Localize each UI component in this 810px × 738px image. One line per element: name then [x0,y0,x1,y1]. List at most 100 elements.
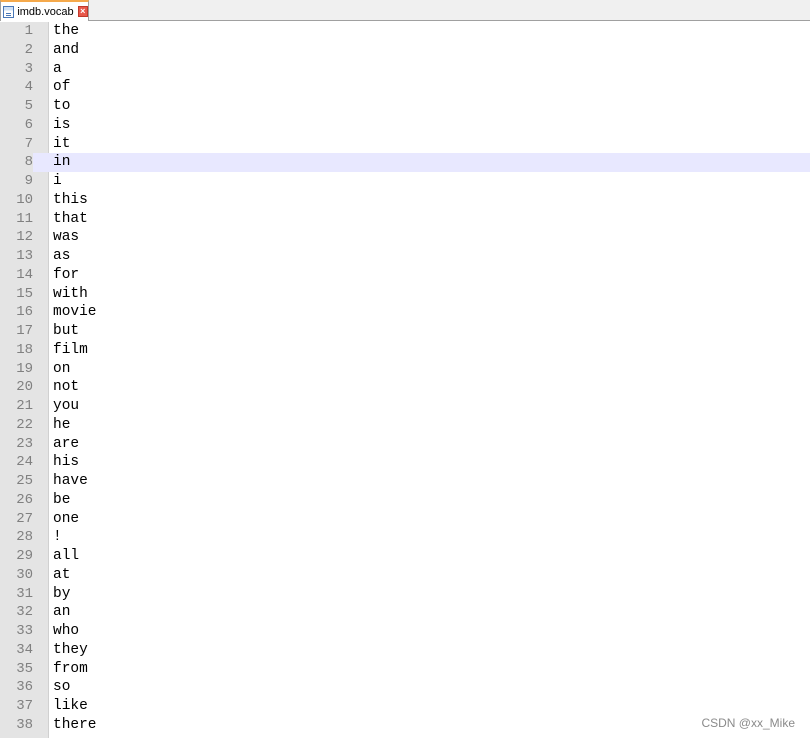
line-number: 37 [16,698,33,714]
editor-line[interactable]: 29 all [0,547,810,566]
line-text: are [53,435,80,452]
line-number: 17 [16,323,33,339]
line-number: 11 [16,210,33,227]
line-text: it [53,135,71,152]
editor-line[interactable]: 25 have [0,472,810,491]
editor-line[interactable]: 33 who [0,622,810,641]
editor-line[interactable]: 9i [0,172,810,191]
editor-line[interactable]: 5 to [0,97,810,116]
line-number: 9 [24,173,33,189]
line-number: 34 [16,641,33,658]
line-text: his [53,454,80,471]
line-text: not [53,379,80,396]
line-text: you [53,398,80,414]
editor-line[interactable]: 20 not [0,378,810,397]
editor-line[interactable]: 18 film [0,341,810,360]
editor-line[interactable]: 6 is [0,116,810,135]
line-number: 21 [16,398,33,414]
editor-line[interactable]: 37 like [0,697,810,716]
line-number: 2 [24,41,33,58]
editor-line[interactable]: 31 by [0,585,810,604]
editor-line[interactable]: 32 an [0,603,810,622]
line-text: so [53,679,71,696]
line-number: 5 [24,98,33,114]
line-text: there [53,716,97,733]
editor-line[interactable]: 11 that [0,210,810,229]
editor-line[interactable]: 19 on [0,360,810,379]
line-number: 19 [16,360,33,377]
line-number: 16 [16,304,33,321]
editor-line[interactable]: 26 be [0,491,810,510]
line-text: an [53,604,71,621]
editor-line[interactable]: 24 his [0,453,810,472]
line-number: 13 [16,248,33,264]
tab-bar: imdb.vocab × [0,0,810,21]
line-text: from [53,660,88,677]
line-number: 35 [16,660,33,677]
line-number: 38 [16,716,33,733]
line-text: a [53,60,62,77]
editor-line[interactable]: 3a [0,60,810,79]
line-number: 29 [16,548,33,564]
line-number: 33 [16,623,33,639]
editor-line[interactable]: 7 it [0,135,810,154]
line-text: this [53,191,88,208]
line-text: all [53,548,80,564]
editor-line[interactable]: 16 movie [0,303,810,322]
editor-line[interactable]: 13 as [0,247,810,266]
editor-line[interactable]: 4 of [0,78,810,97]
line-number: 8 [0,153,33,172]
line-number: 7 [24,135,33,152]
line-number: 30 [16,566,33,583]
editor-line[interactable]: 17 but [0,322,810,341]
editor-line[interactable]: 34 they [0,641,810,660]
line-text: who [53,623,80,639]
editor-line[interactable]: 27 one [0,510,810,529]
editor-line[interactable]: 8 in [0,153,810,172]
watermark: CSDN @xx_Mike [701,716,795,730]
line-number: 4 [24,79,33,96]
line-number: 31 [16,585,33,602]
line-number: 24 [16,454,33,471]
tab-imdb-vocab[interactable]: imdb.vocab × [0,0,89,21]
line-text: one [53,510,80,527]
line-text: by [53,585,71,602]
editor-line[interactable]: 21 you [0,397,810,416]
editor-line[interactable]: 23 are [0,435,810,454]
line-text: with [53,285,88,302]
line-number: 25 [16,473,33,489]
editor-line[interactable]: 28! [0,528,810,547]
editor-line[interactable]: 36 so [0,678,810,697]
editor-line[interactable]: 35 from [0,660,810,679]
line-text: i [53,173,62,189]
editor-line[interactable]: 1 the [0,22,810,41]
line-number: 12 [16,229,33,246]
line-text: was [53,229,80,246]
line-number: 14 [16,266,33,283]
editor-line[interactable]: 30 at [0,566,810,585]
line-number: 26 [16,491,33,508]
line-text: the [53,23,80,39]
line-text: is [53,116,71,133]
editor-line[interactable]: 15 with [0,285,810,304]
editor-line[interactable]: 10 this [0,191,810,210]
line-text: and [53,41,80,58]
line-number: 18 [16,341,33,358]
line-text: that [53,210,88,227]
editor-line[interactable]: 14 for [0,266,810,285]
line-number: 23 [16,435,33,452]
line-text: movie [53,304,97,321]
file-icon [3,5,15,18]
editor[interactable]: 1 the 2 and 3 a 4 of 5 to 6 is 7 it 8 in 9 i 10 this 11 that 1… [0,22,810,738]
line-text: but [53,323,80,339]
editor-line[interactable]: 22 he [0,416,810,435]
tab-label: imdb.vocab [17,5,74,18]
line-number: 10 [16,191,33,208]
line-text: as [53,248,71,264]
editor-line[interactable]: 2 and [0,41,810,60]
editor-line[interactable]: 38 there [0,716,810,735]
line-text: ! [53,529,62,546]
editor-line[interactable]: 12 was [0,228,810,247]
line-number: 32 [16,604,33,621]
close-icon[interactable]: × [77,6,88,17]
